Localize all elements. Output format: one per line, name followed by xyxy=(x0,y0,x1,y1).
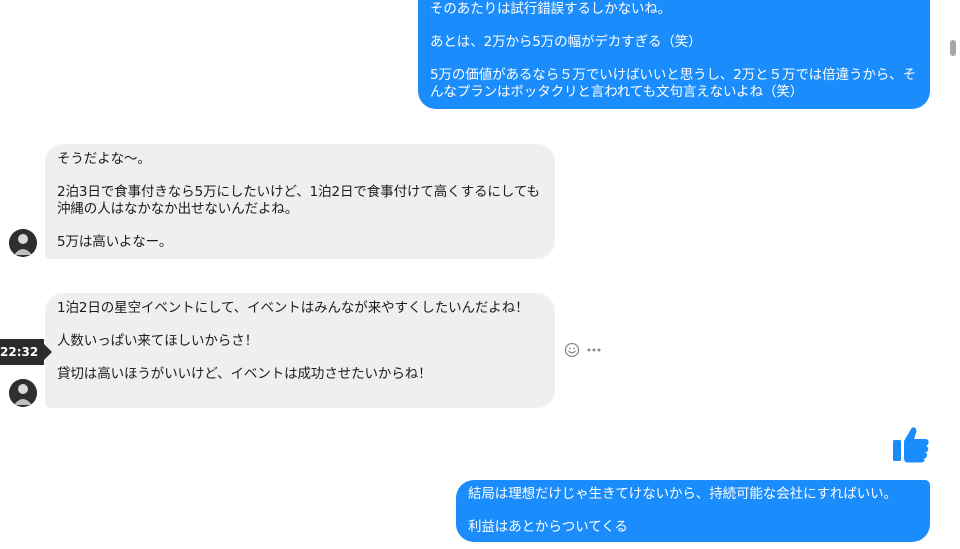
more-options-icon[interactable] xyxy=(586,342,602,362)
avatar-image xyxy=(9,379,37,407)
incoming-message[interactable]: 1泊2日の星空イベントにして、イベントはみんなが来やすくしたいんだよね！ 人数い… xyxy=(45,293,555,408)
timestamp-label: 22:32 xyxy=(0,339,45,365)
scrollbar[interactable] xyxy=(950,40,956,56)
avatar[interactable] xyxy=(9,229,37,257)
thumbs-up-icon[interactable] xyxy=(890,424,932,464)
incoming-message[interactable]: そうだよな〜。 2泊3日で食事付きなら5万にしたいけど、1泊2日で食事付けて高く… xyxy=(45,144,555,259)
avatar[interactable] xyxy=(9,379,37,407)
message-actions xyxy=(564,342,602,362)
timestamp-arrow xyxy=(44,344,53,360)
outgoing-message[interactable]: 結局は理想だけじゃ生きてけないから、持続可能な会社にすればいい。 利益はあとから… xyxy=(456,480,930,542)
avatar-image xyxy=(9,229,37,257)
smiley-icon[interactable] xyxy=(564,342,580,362)
timestamp-tooltip: 22:32 xyxy=(0,338,53,366)
chat-conversation: そのあたりは試行錯誤するしかないね。 あとは、2万から5万の幅がデカすぎる（笑）… xyxy=(0,0,960,549)
outgoing-message[interactable]: そのあたりは試行錯誤するしかないね。 あとは、2万から5万の幅がデカすぎる（笑）… xyxy=(418,0,930,109)
